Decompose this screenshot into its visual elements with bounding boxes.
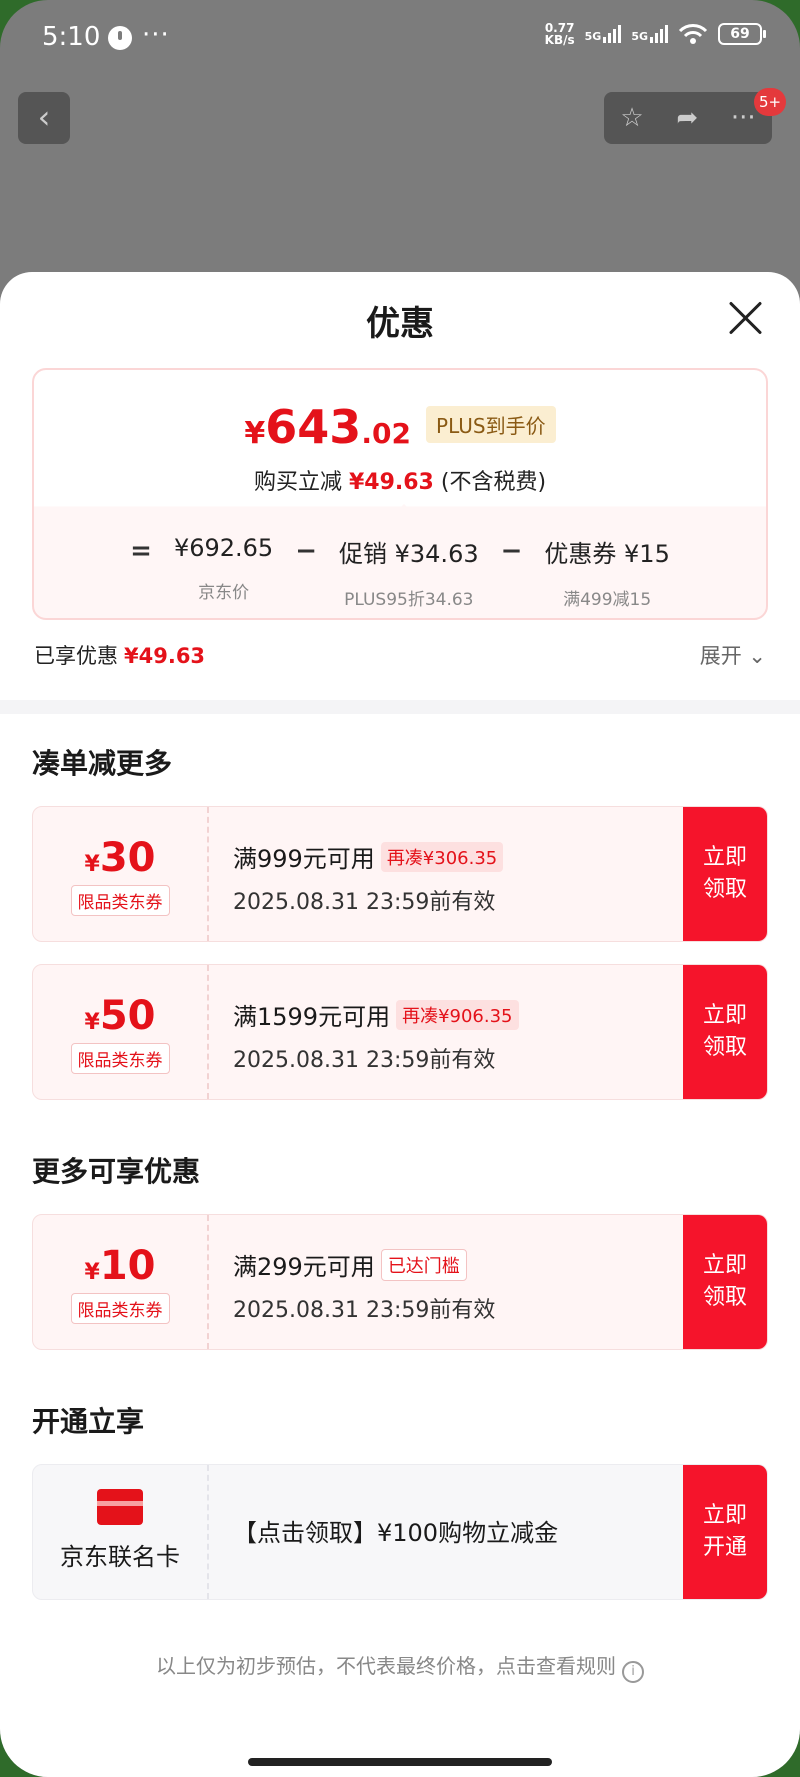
signal-2-icon: 5G	[631, 25, 668, 43]
coupon-expiry: 2025.08.31 23:59前有效	[233, 1048, 496, 1073]
coupon-amount: ¥50	[84, 993, 156, 1039]
signal-1-icon: 5G	[585, 25, 622, 43]
phone-screen: 5:10 ··· 0.77 KB/s 5G 5G 69 ‹ ☆ ➦ ··· 5+…	[0, 0, 800, 1777]
coupon-threshold-badge: 已达门槛	[380, 1249, 467, 1281]
plus-price-tag: PLUS到手价	[426, 406, 556, 443]
expand-button[interactable]: 展开 ⌄	[700, 640, 766, 670]
more-notifications-icon: ···	[142, 20, 170, 50]
co-branded-card-offer: 京东联名卡 【点击领取】¥100购物立减金 立即开通	[32, 1464, 768, 1600]
coupon-condition: 满1599元可用	[233, 1003, 391, 1031]
coupon-expiry: 2025.08.31 23:59前有效	[233, 890, 496, 915]
status-indicators: 0.77 KB/s 5G 5G 69	[544, 21, 766, 47]
claim-coupon-button[interactable]: 立即领取	[683, 807, 767, 941]
jd-price: ¥692.65 京东价	[173, 534, 274, 603]
coupon-expiry: 2025.08.31 23:59前有效	[233, 1298, 496, 1323]
status-time: 5:10	[42, 22, 101, 52]
enjoyed-discount: 已享优惠 ¥49.63	[34, 644, 206, 668]
final-price: ¥643.02 PLUS到手价	[34, 400, 766, 454]
coupon-extra-badge: 再凑¥306.35	[380, 842, 504, 872]
price-formula: = ¥692.65 京东价 − 促销 ¥34.63 PLUS95折34.63 −…	[130, 534, 670, 610]
message-badge: 5+	[754, 88, 786, 116]
favorite-star-icon[interactable]: ☆	[620, 103, 643, 133]
discount-sheet: 优惠 ¥643.02 PLUS到手价 购买立减 ¥49.63 (不含税费) = …	[0, 272, 800, 1777]
section-title-activate: 开通立享	[32, 1405, 145, 1438]
close-icon[interactable]	[728, 300, 764, 336]
share-icon[interactable]: ➦	[676, 103, 698, 133]
info-icon[interactable]: i	[622, 1661, 644, 1683]
price-summary-box: ¥643.02 PLUS到手价 购买立减 ¥49.63 (不含税费) = ¥69…	[32, 368, 768, 620]
claim-coupon-button[interactable]: 立即领取	[683, 1215, 767, 1349]
card-offer-description: 【点击领取】¥100购物立减金	[233, 1519, 559, 1547]
coupon-amount: ¥30	[84, 835, 156, 881]
network-speed: 0.77 KB/s	[544, 21, 575, 47]
activate-card-button[interactable]: 立即开通	[683, 1465, 767, 1599]
nav-actions: ☆ ➦ ···	[604, 92, 772, 144]
coupon-discount: 优惠券 ¥15 满499减15	[544, 540, 670, 610]
more-menu-icon[interactable]: ···	[731, 103, 756, 133]
status-bar: 5:10 ··· 0.77 KB/s 5G 5G 69	[0, 0, 800, 80]
sheet-title: 优惠	[366, 304, 434, 344]
card-name: 京东联名卡	[60, 1543, 180, 1571]
coupon-card: ¥30 限品类东券 满999元可用 再凑¥306.35 2025.08.31 23…	[32, 806, 768, 942]
save-line: 购买立减 ¥49.63 (不含税费)	[253, 470, 547, 495]
pointer-notch	[392, 504, 416, 516]
battery-icon: 69	[718, 23, 766, 45]
coupon-amount: ¥10	[84, 1243, 156, 1289]
claim-coupon-button[interactable]: 立即领取	[683, 965, 767, 1099]
rules-footnote[interactable]: 以上仅为初步预估，不代表最终价格，点击查看规则 i	[0, 1650, 800, 1683]
promotion-discount: 促销 ¥34.63 PLUS95折34.63	[339, 540, 479, 610]
section-title-more-available: 更多可享优惠	[32, 1155, 201, 1188]
credit-card-icon	[97, 1489, 143, 1525]
section-divider	[0, 700, 800, 714]
coupon-extra-badge: 再凑¥906.35	[396, 1000, 519, 1030]
wifi-icon	[678, 24, 708, 44]
coupon-type-tag: 限品类东券	[70, 1043, 170, 1074]
coupon-card: ¥50 限品类东券 满1599元可用 再凑¥906.35 2025.08.31 2…	[32, 964, 768, 1100]
coupon-condition: 满299元可用	[233, 1253, 375, 1281]
coupon-type-tag: 限品类东券	[70, 885, 170, 916]
coupon-card: ¥10 限品类东券 满299元可用 已达门槛 2025.08.31 23:59前有…	[32, 1214, 768, 1350]
home-indicator[interactable]	[248, 1758, 552, 1766]
back-button[interactable]: ‹	[18, 92, 70, 144]
section-title-more-discount: 凑单减更多	[32, 747, 173, 780]
coupon-type-tag: 限品类东券	[70, 1293, 170, 1324]
clock-app-icon	[108, 26, 132, 50]
coupon-condition: 满999元可用	[233, 845, 375, 873]
